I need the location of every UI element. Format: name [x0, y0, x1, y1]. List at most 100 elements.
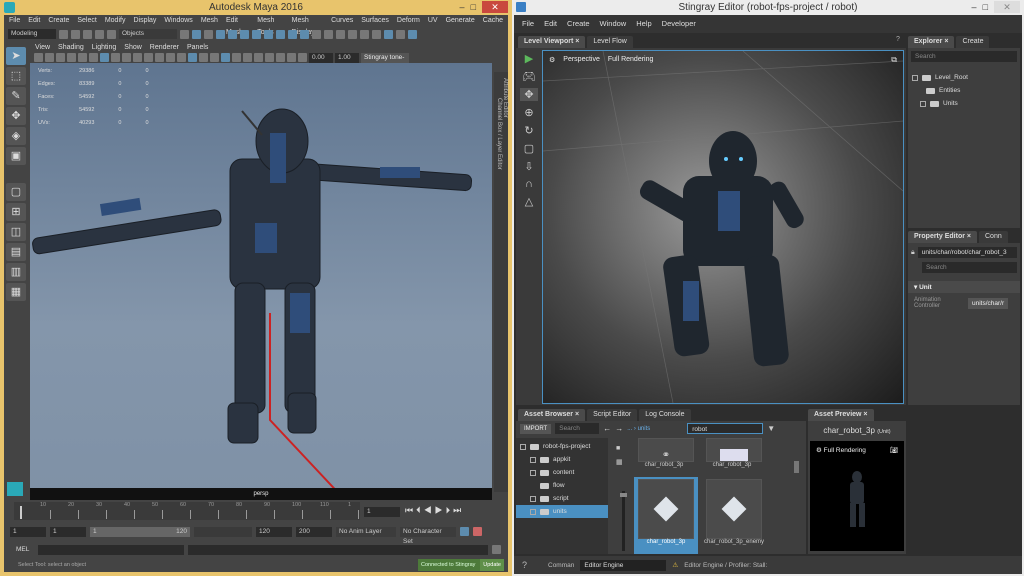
start-time-field[interactable]: 1	[10, 526, 46, 537]
tab-asset-browser[interactable]: Asset Browser ×	[518, 409, 586, 421]
asset-item[interactable]: char_robot_3p	[702, 438, 766, 475]
asset-scrollbar[interactable]	[794, 461, 799, 473]
minimize-button[interactable]: –	[972, 2, 977, 12]
panel-menu-item[interactable]: View	[35, 43, 50, 52]
preview-settings-icon[interactable]: ⚙ Full Rendering	[816, 446, 866, 454]
panel-menu-item[interactable]: Show	[124, 43, 142, 52]
lasso-tool-icon[interactable]: ⬚	[6, 67, 26, 85]
help-icon[interactable]: ?	[896, 36, 900, 43]
tree-item-units[interactable]: units	[516, 505, 608, 518]
engine-dropdown[interactable]: Editor Engine	[580, 559, 667, 571]
menu-item[interactable]: Deform	[397, 15, 420, 27]
tab-level-flow[interactable]: Level Flow	[587, 36, 633, 48]
back-icon[interactable]: ←	[603, 424, 611, 433]
property-search[interactable]: Search	[922, 262, 1017, 273]
tree-item-flow[interactable]: flow	[516, 479, 608, 492]
playback-end-field[interactable]: 120	[256, 526, 292, 537]
exposure-field[interactable]: 0.00	[309, 52, 333, 63]
menu-item[interactable]: Create	[567, 15, 590, 33]
tab-property-editor[interactable]: Property Editor ×	[908, 231, 977, 243]
current-frame-field[interactable]: 1	[364, 507, 400, 517]
tree-item-project[interactable]: robot-fps-project	[516, 440, 608, 453]
menu-item[interactable]: File	[9, 15, 20, 27]
breadcrumb[interactable]: ... › units	[627, 426, 683, 432]
move-tool-icon[interactable]: ⊕	[524, 106, 533, 119]
play-icon[interactable]: ▶	[525, 52, 533, 65]
close-button[interactable]: ✕	[482, 1, 508, 13]
help-icon[interactable]: ?	[522, 560, 542, 570]
asset-item[interactable]: ⚭ char_robot_3p	[634, 438, 698, 475]
asset-preview-viewport[interactable]: ⚙ Full Rendering 📷︎	[810, 441, 904, 551]
level-viewport[interactable]: ⚙ Perspective Full Rendering ⧉	[542, 50, 904, 404]
asset-item[interactable]: char_robot_3p_enemy	[702, 477, 766, 554]
range-slider[interactable]: 1 120	[90, 526, 190, 537]
tree-item-level-root[interactable]: Level_Root	[912, 71, 1016, 84]
maximize-viewport-icon[interactable]: ⧉	[891, 55, 897, 65]
update-button[interactable]: Update	[480, 559, 504, 571]
camera-icon[interactable]: 📷︎	[890, 446, 898, 454]
render-mode-dropdown[interactable]: Full Rendering	[608, 56, 654, 64]
move-tool-icon[interactable]: ✥	[6, 107, 26, 125]
minimize-button[interactable]: –	[460, 2, 465, 12]
menu-item[interactable]: Windows	[164, 15, 192, 27]
maximize-button[interactable]: □	[983, 2, 988, 12]
rotate-tool-icon[interactable]: ◈	[6, 127, 26, 145]
auto-key-icon[interactable]	[460, 527, 469, 536]
layout-graph-icon[interactable]: ▥	[6, 263, 26, 281]
layout-four-icon[interactable]: ⊞	[6, 203, 26, 221]
mode-dropdown[interactable]: Modeling	[8, 29, 56, 39]
menu-item[interactable]: Cache	[483, 15, 503, 27]
menu-item[interactable]: Display	[133, 15, 156, 27]
menu-item[interactable]: Window	[600, 15, 627, 33]
import-button[interactable]: IMPORT	[520, 423, 552, 434]
playback-controls[interactable]: ⏮⏴◀▶⏵⏭	[405, 505, 464, 516]
gamepad-icon[interactable]: 🎮︎	[522, 70, 536, 83]
asset-filter-input[interactable]: robot	[687, 423, 764, 434]
tree-item-entities[interactable]: Entities	[912, 84, 1016, 97]
tree-item-content[interactable]: content	[516, 466, 608, 479]
select-tool-icon[interactable]: ➤	[6, 47, 26, 65]
folder-view-icon[interactable]: ■	[616, 445, 623, 452]
filter-icon[interactable]: ▼	[767, 424, 775, 433]
panel-menu-item[interactable]: Shading	[58, 43, 84, 52]
layout-two-icon[interactable]: ◫	[6, 223, 26, 241]
asset-path-field[interactable]: units/char/robot/char_robot_3	[917, 247, 1017, 258]
tab-asset-preview[interactable]: Asset Preview ×	[808, 409, 874, 421]
scale-tool-icon[interactable]: ▣	[6, 147, 26, 165]
unit-section-header[interactable]: ▾ Unit	[908, 281, 1020, 293]
playback-start-field[interactable]: 1	[50, 526, 86, 537]
current-time-marker[interactable]	[20, 506, 22, 519]
tree-item-units[interactable]: Units	[912, 97, 1016, 110]
menu-item[interactable]: Surfaces	[361, 15, 389, 27]
menu-item[interactable]: Create	[48, 15, 69, 27]
gamma-field[interactable]: 1.00	[335, 52, 359, 63]
tab-create[interactable]: Create	[956, 36, 990, 48]
select-tool-icon[interactable]: ✥	[520, 88, 538, 101]
magnet-icon[interactable]: ∩	[525, 178, 533, 190]
menu-item[interactable]: Mesh Tools	[257, 15, 283, 36]
menu-item[interactable]: Edit	[28, 15, 40, 27]
mel-command-input[interactable]	[38, 544, 184, 555]
panel-menu-item[interactable]: Panels	[187, 43, 208, 52]
tab-explorer[interactable]: Explorer ×	[908, 36, 955, 48]
folder-search[interactable]: Search	[555, 423, 600, 434]
menu-item[interactable]: Select	[77, 15, 96, 27]
menu-item[interactable]: Modify	[105, 15, 126, 27]
script-editor-icon[interactable]	[492, 545, 501, 554]
attribute-editor-tab[interactable]: Attribute Editor	[502, 78, 508, 118]
lock-icon[interactable]: 🔒︎	[911, 249, 915, 257]
tree-item-appkit[interactable]: appkit	[516, 453, 608, 466]
menu-item[interactable]: Edit	[544, 15, 557, 33]
panel-menu-item[interactable]: Lighting	[92, 43, 117, 52]
layout-outliner-icon[interactable]: ▤	[6, 243, 26, 261]
viewport-settings-icon[interactable]: ⚙	[549, 56, 555, 64]
tab-log-console[interactable]: Log Console	[639, 409, 691, 421]
tree-item-script[interactable]: script	[516, 492, 608, 505]
explorer-search[interactable]: Search	[911, 51, 1017, 62]
menu-item[interactable]: Edit Mesh	[226, 15, 249, 36]
thumbnail-size-slider[interactable]	[620, 491, 627, 551]
menu-item[interactable]: Mesh Display	[292, 15, 323, 36]
menu-item[interactable]: File	[522, 15, 534, 33]
asset-item-selected[interactable]: char_robot_3p	[634, 477, 698, 554]
character-set-dropdown[interactable]: No Character Set	[400, 526, 456, 545]
